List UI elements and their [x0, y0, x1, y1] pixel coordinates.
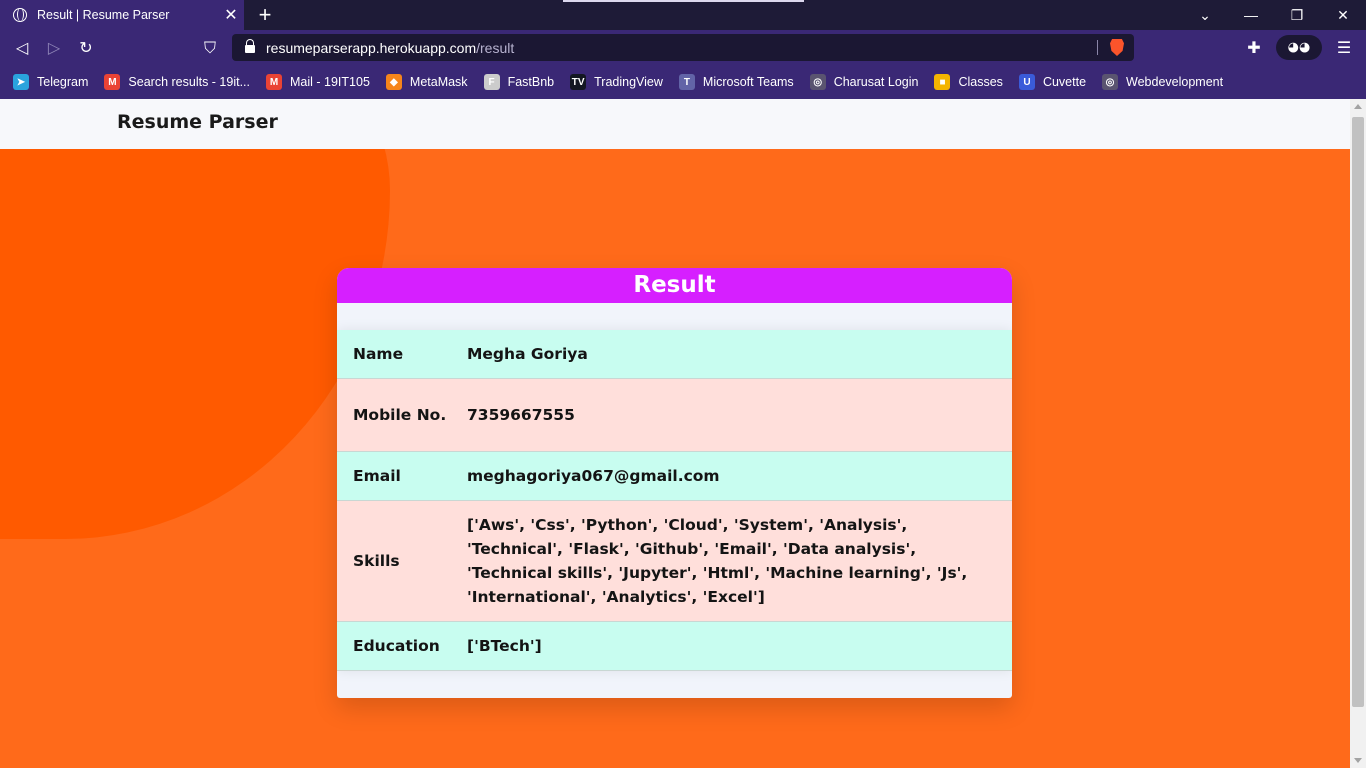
tradingview-icon: TV: [570, 74, 587, 90]
bookmark-item[interactable]: ■ Classes: [934, 74, 1003, 90]
lock-icon: [244, 38, 256, 54]
cuvette-icon: U: [1018, 74, 1035, 90]
bookmark-label: MetaMask: [409, 75, 468, 89]
background-blob: [0, 99, 390, 539]
new-tab-icon[interactable]: +: [254, 2, 276, 28]
bookmark-icon[interactable]: ⛉: [195, 30, 225, 65]
close-tab-icon[interactable]: ✕: [220, 5, 242, 25]
field-label: Skills: [353, 552, 400, 570]
bookmark-label: Microsoft Teams: [702, 75, 794, 89]
close-window-icon[interactable]: ✕: [1320, 0, 1366, 30]
gmail-icon: M: [104, 74, 121, 90]
bookmark-item[interactable]: M Search results - 19it...: [104, 74, 250, 90]
table-row: Education ['BTech']: [337, 622, 1012, 671]
teams-icon: T: [678, 74, 695, 90]
restore-icon[interactable]: ❐: [1274, 0, 1320, 30]
scroll-up-icon[interactable]: [1354, 104, 1362, 109]
globe-icon: ◎: [809, 74, 826, 90]
browser-nav-bar: ◁ ▷ ↻ ⛉ resumeparserapp.herokuapp.com/re…: [0, 30, 1366, 65]
bookmark-item[interactable]: ◆ MetaMask: [385, 74, 468, 90]
minimize-icon[interactable]: —: [1228, 0, 1274, 30]
scroll-down-icon[interactable]: [1354, 758, 1362, 763]
bookmark-item[interactable]: TV TradingView: [570, 74, 663, 90]
back-icon[interactable]: ◁: [7, 30, 37, 65]
table-row: Name Megha Goriya: [337, 330, 1012, 379]
bookmark-label: Mail - 19IT105: [290, 75, 370, 89]
metamask-icon: ◆: [385, 74, 402, 90]
bookmark-label: Cuvette: [1042, 75, 1087, 89]
bookmark-label: Charusat Login: [833, 75, 919, 89]
field-label: Mobile No.: [353, 406, 447, 424]
reload-icon[interactable]: ↻: [71, 30, 101, 65]
extensions-icon[interactable]: ✚: [1236, 30, 1272, 65]
forward-icon[interactable]: ▷: [39, 30, 69, 65]
classroom-icon: ■: [934, 74, 951, 90]
field-value: 7359667555: [467, 406, 575, 424]
menu-icon[interactable]: ☰: [1326, 30, 1362, 65]
page-viewport: Resume Parser Result Name Megha Goriya Mob…: [0, 99, 1350, 768]
bookmark-item[interactable]: U Cuvette: [1018, 74, 1087, 90]
bookmarks-bar: ➤ Telegram M Search results - 19it... M Mail …: [0, 65, 1366, 99]
fastbnb-icon: F: [483, 74, 500, 90]
table-row: Skills ['Aws', 'Css', 'Python', 'Cloud', …: [337, 501, 1012, 622]
address-bar-divider: [1097, 40, 1098, 55]
field-value: ['Aws', 'Css', 'Python', 'Cloud', 'Syste…: [467, 516, 968, 606]
field-value: Megha Goriya: [467, 345, 588, 363]
field-label: Education: [353, 637, 440, 655]
result-table: Name Megha Goriya Mobile No. 7359667555 Emai…: [337, 330, 1012, 671]
tab-strip-indicator: [563, 0, 804, 2]
bookmark-label: Search results - 19it...: [128, 75, 250, 89]
profile-icon[interactable]: ◕◕: [1276, 35, 1322, 60]
app-header: Resume Parser: [0, 99, 1350, 149]
table-row: Email meghagoriya067@gmail.com: [337, 452, 1012, 501]
telegram-icon: ➤: [13, 74, 29, 90]
table-row: Mobile No. 7359667555: [337, 379, 1012, 452]
field-value: meghagoriya067@gmail.com: [467, 467, 720, 485]
brand-title[interactable]: Resume Parser: [117, 111, 278, 133]
result-heading: Result: [337, 268, 1012, 303]
browser-tab-active[interactable]: Result | Resume Parser ✕: [0, 0, 244, 30]
brave-shield-icon[interactable]: [1110, 39, 1124, 56]
tab-search-chevron-icon[interactable]: ⌄: [1182, 0, 1228, 30]
url-host: resumeparserapp.herokuapp.com: [266, 39, 477, 56]
bookmark-item[interactable]: T Microsoft Teams: [678, 74, 794, 90]
bookmark-item[interactable]: F FastBnb: [483, 74, 555, 90]
browser-tab-bar: Result | Resume Parser ✕ + ⌄ — ❐ ✕: [0, 0, 1366, 30]
bookmark-label: Telegram: [37, 75, 89, 89]
bookmark-label: Classes: [958, 75, 1003, 89]
bookmark-label: Webdevelopment: [1126, 75, 1224, 89]
bookmark-label: TradingView: [594, 75, 663, 89]
bookmark-item[interactable]: M Mail - 19IT105: [266, 74, 370, 90]
page-scrollbar[interactable]: [1350, 99, 1366, 768]
scrollbar-thumb[interactable]: [1352, 117, 1364, 707]
result-card: Result Name Megha Goriya Mobile No. 7359667…: [337, 268, 1012, 698]
field-label: Email: [353, 467, 401, 485]
globe-icon: ◎: [1102, 74, 1119, 90]
bookmark-item[interactable]: ◎ Charusat Login: [809, 74, 919, 90]
tab-title: Result | Resume Parser: [37, 8, 170, 22]
bookmark-item[interactable]: ◎ Webdevelopment: [1102, 74, 1223, 90]
field-label: Name: [353, 345, 404, 363]
url-path: /result: [476, 39, 515, 56]
globe-icon: [13, 8, 27, 22]
gmail-icon: M: [266, 74, 282, 90]
bookmark-item[interactable]: ➤ Telegram: [13, 74, 88, 90]
field-value: ['BTech']: [467, 637, 542, 655]
address-bar[interactable]: resumeparserapp.herokuapp.com/result: [232, 34, 1134, 61]
bookmark-label: FastBnb: [507, 75, 555, 89]
